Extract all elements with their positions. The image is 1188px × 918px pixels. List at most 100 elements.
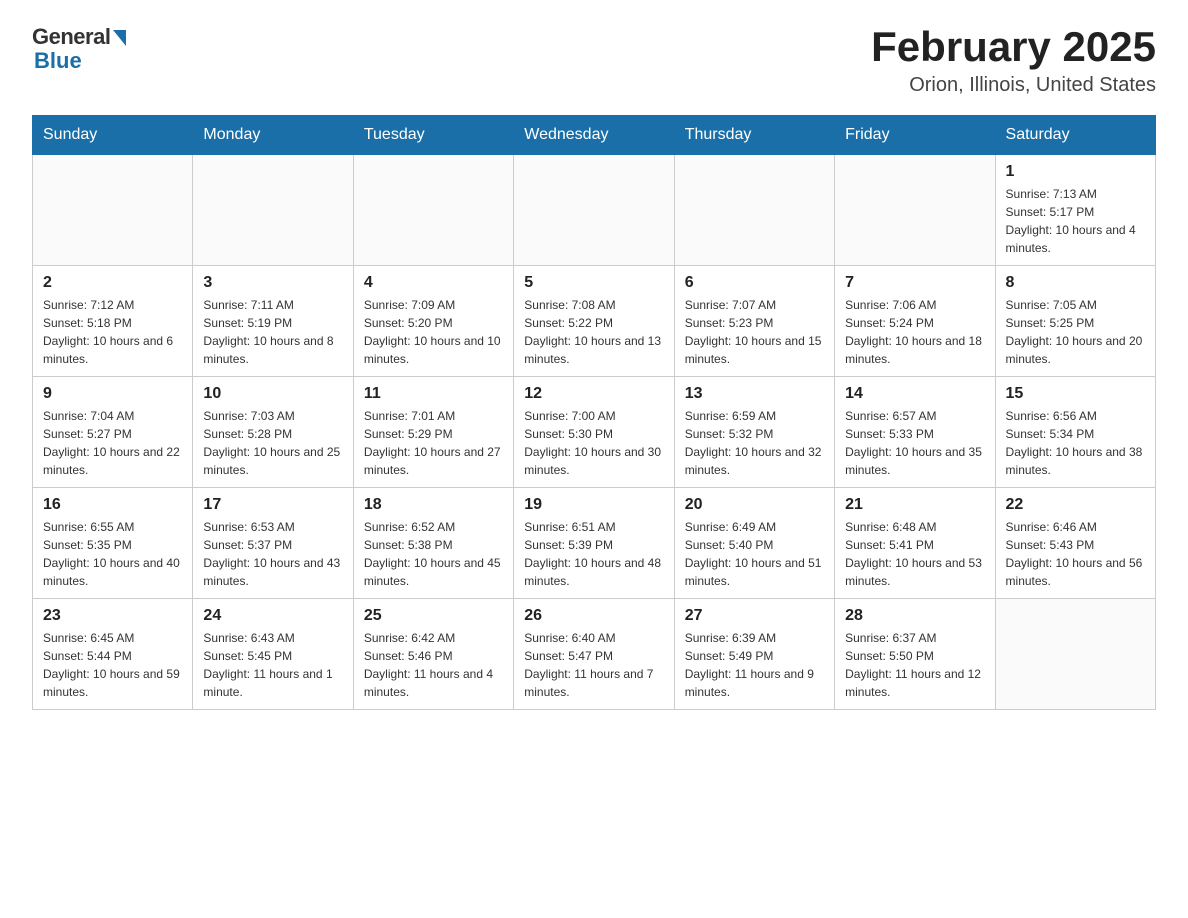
calendar-cell: 9 Sunrise: 7:04 AMSunset: 5:27 PMDaylight… <box>33 377 193 488</box>
calendar-cell: 6Sunrise: 7:07 AMSunset: 5:23 PMDaylight… <box>674 266 834 377</box>
calendar-cell <box>835 155 995 266</box>
calendar-week-row: 1 Sunrise: 7:13 AMSunset: 5:17 PMDaylight… <box>33 155 1156 266</box>
calendar-cell <box>353 155 513 266</box>
calendar-cell: 12 Sunrise: 7:00 AMSunset: 5:30 PMDayligh… <box>514 377 674 488</box>
day-number: 12 <box>524 385 663 403</box>
day-info: Sunrise: 6:43 AMSunset: 5:45 PMDaylight:… <box>203 629 342 701</box>
calendar-cell: 10Sunrise: 7:03 AMSunset: 5:28 PMDayligh… <box>193 377 353 488</box>
day-number: 8 <box>1006 274 1145 292</box>
logo-blue-text: Blue <box>34 48 82 74</box>
day-info: Sunrise: 7:12 AMSunset: 5:18 PMDaylight:… <box>43 296 182 368</box>
day-number: 2 <box>43 274 182 292</box>
day-number: 1 <box>1006 163 1145 181</box>
day-info: Sunrise: 7:04 AMSunset: 5:27 PMDaylight:… <box>43 407 182 479</box>
calendar-header: SundayMondayTuesdayWednesdayThursdayFrid… <box>33 116 1156 155</box>
calendar-cell: 28Sunrise: 6:37 AMSunset: 5:50 PMDayligh… <box>835 599 995 710</box>
day-number: 27 <box>685 607 824 625</box>
day-number: 17 <box>203 496 342 514</box>
day-info: Sunrise: 6:42 AMSunset: 5:46 PMDaylight:… <box>364 629 503 701</box>
day-info: Sunrise: 7:06 AMSunset: 5:24 PMDaylight:… <box>845 296 984 368</box>
day-number: 13 <box>685 385 824 403</box>
day-number: 15 <box>1006 385 1145 403</box>
day-info: Sunrise: 6:57 AMSunset: 5:33 PMDaylight:… <box>845 407 984 479</box>
day-number: 4 <box>364 274 503 292</box>
day-info: Sunrise: 6:46 AMSunset: 5:43 PMDaylight:… <box>1006 518 1145 590</box>
weekday-header-wednesday: Wednesday <box>514 116 674 155</box>
day-info: Sunrise: 7:01 AMSunset: 5:29 PMDaylight:… <box>364 407 503 479</box>
calendar-cell: 14 Sunrise: 6:57 AMSunset: 5:33 PMDayligh… <box>835 377 995 488</box>
day-info: Sunrise: 6:53 AMSunset: 5:37 PMDaylight:… <box>203 518 342 590</box>
day-info: Sunrise: 7:03 AMSunset: 5:28 PMDaylight:… <box>203 407 342 479</box>
day-info: Sunrise: 6:48 AMSunset: 5:41 PMDaylight:… <box>845 518 984 590</box>
day-info: Sunrise: 6:55 AMSunset: 5:35 PMDaylight:… <box>43 518 182 590</box>
calendar-cell: 15 Sunrise: 6:56 AMSunset: 5:34 PMDayligh… <box>995 377 1155 488</box>
calendar-week-row: 2 Sunrise: 7:12 AMSunset: 5:18 PMDaylight… <box>33 266 1156 377</box>
day-number: 20 <box>685 496 824 514</box>
day-info: Sunrise: 7:13 AMSunset: 5:17 PMDaylight:… <box>1006 185 1145 257</box>
calendar-subtitle: Orion, Illinois, United States <box>871 74 1156 97</box>
day-number: 21 <box>845 496 984 514</box>
calendar-cell <box>995 599 1155 710</box>
day-number: 24 <box>203 607 342 625</box>
day-number: 6 <box>685 274 824 292</box>
day-info: Sunrise: 6:40 AMSunset: 5:47 PMDaylight:… <box>524 629 663 701</box>
day-number: 5 <box>524 274 663 292</box>
day-info: Sunrise: 6:59 AMSunset: 5:32 PMDaylight:… <box>685 407 824 479</box>
day-info: Sunrise: 7:00 AMSunset: 5:30 PMDaylight:… <box>524 407 663 479</box>
calendar-cell: 1 Sunrise: 7:13 AMSunset: 5:17 PMDaylight… <box>995 155 1155 266</box>
calendar-cell: 8Sunrise: 7:05 AMSunset: 5:25 PMDaylight… <box>995 266 1155 377</box>
logo-arrow-icon <box>113 30 126 46</box>
day-number: 18 <box>364 496 503 514</box>
calendar-cell: 24 Sunrise: 6:43 AMSunset: 5:45 PMDayligh… <box>193 599 353 710</box>
calendar-week-row: 9 Sunrise: 7:04 AMSunset: 5:27 PMDaylight… <box>33 377 1156 488</box>
calendar-cell: 3 Sunrise: 7:11 AMSunset: 5:19 PMDaylight… <box>193 266 353 377</box>
calendar-cell: 20 Sunrise: 6:49 AMSunset: 5:40 PMDayligh… <box>674 488 834 599</box>
day-number: 26 <box>524 607 663 625</box>
day-number: 11 <box>364 385 503 403</box>
day-info: Sunrise: 7:08 AMSunset: 5:22 PMDaylight:… <box>524 296 663 368</box>
page-header: General Blue February 2025 Orion, Illino… <box>32 24 1156 97</box>
calendar-cell <box>674 155 834 266</box>
calendar-cell: 23 Sunrise: 6:45 AMSunset: 5:44 PMDayligh… <box>33 599 193 710</box>
calendar-cell: 22 Sunrise: 6:46 AMSunset: 5:43 PMDayligh… <box>995 488 1155 599</box>
logo: General Blue <box>32 24 126 74</box>
day-info: Sunrise: 6:39 AMSunset: 5:49 PMDaylight:… <box>685 629 824 701</box>
calendar-body: 1 Sunrise: 7:13 AMSunset: 5:17 PMDaylight… <box>33 155 1156 710</box>
calendar-cell <box>193 155 353 266</box>
weekday-header-friday: Friday <box>835 116 995 155</box>
day-number: 19 <box>524 496 663 514</box>
day-number: 23 <box>43 607 182 625</box>
day-info: Sunrise: 6:56 AMSunset: 5:34 PMDaylight:… <box>1006 407 1145 479</box>
calendar-cell <box>33 155 193 266</box>
weekday-header-thursday: Thursday <box>674 116 834 155</box>
calendar-table: SundayMondayTuesdayWednesdayThursdayFrid… <box>32 115 1156 710</box>
day-info: Sunrise: 6:45 AMSunset: 5:44 PMDaylight:… <box>43 629 182 701</box>
calendar-cell: 16 Sunrise: 6:55 AMSunset: 5:35 PMDayligh… <box>33 488 193 599</box>
calendar-cell: 5 Sunrise: 7:08 AMSunset: 5:22 PMDaylight… <box>514 266 674 377</box>
day-number: 22 <box>1006 496 1145 514</box>
calendar-cell: 17 Sunrise: 6:53 AMSunset: 5:37 PMDayligh… <box>193 488 353 599</box>
day-number: 25 <box>364 607 503 625</box>
calendar-cell: 18Sunrise: 6:52 AMSunset: 5:38 PMDayligh… <box>353 488 513 599</box>
day-number: 16 <box>43 496 182 514</box>
calendar-cell: 25 Sunrise: 6:42 AMSunset: 5:46 PMDayligh… <box>353 599 513 710</box>
calendar-week-row: 16 Sunrise: 6:55 AMSunset: 5:35 PMDayligh… <box>33 488 1156 599</box>
weekday-header-saturday: Saturday <box>995 116 1155 155</box>
calendar-cell: 21 Sunrise: 6:48 AMSunset: 5:41 PMDayligh… <box>835 488 995 599</box>
weekday-header-monday: Monday <box>193 116 353 155</box>
day-number: 14 <box>845 385 984 403</box>
day-info: Sunrise: 6:51 AMSunset: 5:39 PMDaylight:… <box>524 518 663 590</box>
calendar-cell: 2 Sunrise: 7:12 AMSunset: 5:18 PMDaylight… <box>33 266 193 377</box>
calendar-cell: 27 Sunrise: 6:39 AMSunset: 5:49 PMDayligh… <box>674 599 834 710</box>
weekday-header-tuesday: Tuesday <box>353 116 513 155</box>
logo-general-text: General <box>32 24 110 50</box>
calendar-cell: 4Sunrise: 7:09 AMSunset: 5:20 PMDaylight… <box>353 266 513 377</box>
calendar-cell: 19 Sunrise: 6:51 AMSunset: 5:39 PMDayligh… <box>514 488 674 599</box>
day-info: Sunrise: 7:11 AMSunset: 5:19 PMDaylight:… <box>203 296 342 368</box>
title-block: February 2025 Orion, Illinois, United St… <box>871 24 1156 97</box>
calendar-cell <box>514 155 674 266</box>
day-number: 3 <box>203 274 342 292</box>
day-number: 9 <box>43 385 182 403</box>
day-info: Sunrise: 6:49 AMSunset: 5:40 PMDaylight:… <box>685 518 824 590</box>
day-number: 28 <box>845 607 984 625</box>
